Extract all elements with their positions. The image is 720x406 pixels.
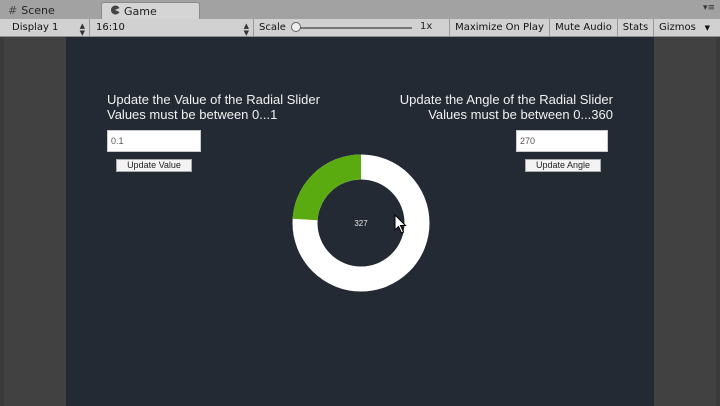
- tab-scene-label: Scene: [21, 4, 55, 17]
- update-value-button[interactable]: Update Value: [116, 159, 192, 172]
- value-instruction-range: Values must be between 0...1: [107, 107, 278, 122]
- angle-instruction-range: Values must be between 0...360: [428, 107, 613, 122]
- mouse-cursor-icon: [394, 214, 407, 234]
- pacman-icon: [110, 5, 120, 18]
- mute-audio-label: Mute Audio: [555, 22, 612, 33]
- value-instruction-title: Update the Value of the Radial Slider: [107, 92, 320, 107]
- value-input[interactable]: [107, 130, 201, 152]
- game-canvas: Update the Value of the Radial Slider Va…: [66, 37, 654, 406]
- tab-scene[interactable]: # Scene: [0, 2, 96, 19]
- aspect-dropdown-label: 16:10: [96, 22, 125, 33]
- scale-slider-knob[interactable]: [291, 22, 301, 32]
- editor-tab-bar: # Scene Game ▾≡: [0, 0, 720, 20]
- stats-label: Stats: [622, 22, 649, 33]
- tab-game[interactable]: Game: [101, 2, 200, 19]
- scale-control: Scale 1x: [254, 19, 450, 36]
- game-view: Update the Value of the Radial Slider Va…: [4, 37, 716, 406]
- angle-input[interactable]: [516, 130, 608, 152]
- caret-down-icon: ▼: [704, 24, 710, 32]
- tab-game-label: Game: [124, 4, 157, 18]
- tab-options-icon[interactable]: ▾≡: [703, 3, 715, 13]
- display-dropdown[interactable]: Display 1 ▲ ▼: [0, 19, 90, 37]
- display-dropdown-label: Display 1: [12, 22, 59, 33]
- scale-slider-track[interactable]: [296, 27, 412, 29]
- updown-arrows-icon: ▲ ▼: [79, 22, 85, 37]
- maximize-on-play-label: Maximize On Play: [455, 22, 544, 33]
- aspect-dropdown[interactable]: 16:10 ▲ ▼: [90, 19, 254, 37]
- maximize-on-play-toggle[interactable]: Maximize On Play: [450, 19, 550, 36]
- mute-audio-toggle[interactable]: Mute Audio: [550, 19, 618, 36]
- grid-icon: #: [8, 4, 18, 17]
- gizmos-dropdown[interactable]: Gizmos ▼: [654, 19, 720, 36]
- game-toolbar: Display 1 ▲ ▼ 16:10 ▲ ▼ Scale 1x Maximize …: [0, 19, 720, 37]
- angle-instruction-title: Update the Angle of the Radial Slider: [399, 92, 613, 107]
- gizmos-label: Gizmos: [659, 22, 696, 33]
- updown-arrows-icon: ▲ ▼: [243, 22, 249, 37]
- scale-value: 1x: [420, 21, 433, 32]
- radial-slider[interactable]: 327: [292, 154, 430, 292]
- update-angle-button[interactable]: Update Angle: [525, 159, 601, 172]
- stats-toggle[interactable]: Stats: [618, 19, 654, 36]
- radial-slider-fill[interactable]: [292, 154, 362, 221]
- radial-slider-value-text: 327: [354, 219, 368, 228]
- scale-label: Scale: [259, 22, 286, 33]
